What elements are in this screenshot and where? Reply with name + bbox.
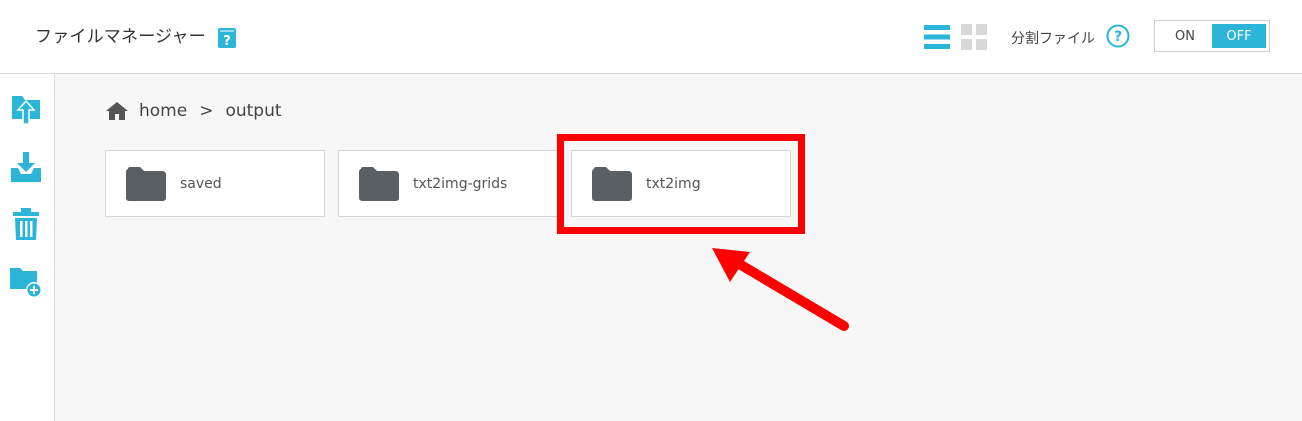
svg-text:?: ? <box>223 34 231 49</box>
breadcrumb: home > output <box>105 99 282 123</box>
question-circle-icon[interactable]: ? <box>1106 24 1130 48</box>
split-file-label: 分割ファイル <box>1011 31 1095 47</box>
svg-text:?: ? <box>1114 29 1122 45</box>
app-title: ファイルマネージャー <box>35 27 206 47</box>
folder-item-saved[interactable]: saved <box>105 150 325 217</box>
toggle-off-option[interactable]: OFF <box>1212 24 1266 48</box>
split-file-toggle[interactable]: ON OFF <box>1154 20 1270 52</box>
breadcrumb-home[interactable]: home <box>139 101 187 121</box>
download-icon[interactable] <box>9 150 43 184</box>
breadcrumb-output[interactable]: output <box>225 101 281 121</box>
home-icon[interactable] <box>105 101 129 121</box>
toggle-on-option[interactable]: ON <box>1158 24 1212 48</box>
folder-icon <box>126 166 166 201</box>
grid-view-icon[interactable] <box>961 24 987 50</box>
folder-icon <box>592 166 632 201</box>
help-book-icon[interactable]: ? <box>217 27 237 49</box>
action-sidebar <box>0 74 55 421</box>
trash-icon[interactable] <box>9 207 43 241</box>
file-browser-area: home > output saved txt2img-grids txt2im… <box>55 74 1302 421</box>
folder-name: txt2img <box>646 175 701 192</box>
folder-icon <box>359 166 399 201</box>
folder-add-icon[interactable] <box>9 264 43 298</box>
folder-item-txt2img[interactable]: txt2img <box>571 150 791 217</box>
app-header: ファイルマネージャー ? 分割ファイル ? ON OFF <box>0 0 1302 74</box>
list-view-icon[interactable] <box>924 24 950 50</box>
breadcrumb-separator: > <box>199 101 214 121</box>
folder-item-txt2img-grids[interactable]: txt2img-grids <box>338 150 558 217</box>
folder-name: saved <box>180 175 222 192</box>
folder-name: txt2img-grids <box>413 175 508 192</box>
upload-icon[interactable] <box>9 92 43 126</box>
